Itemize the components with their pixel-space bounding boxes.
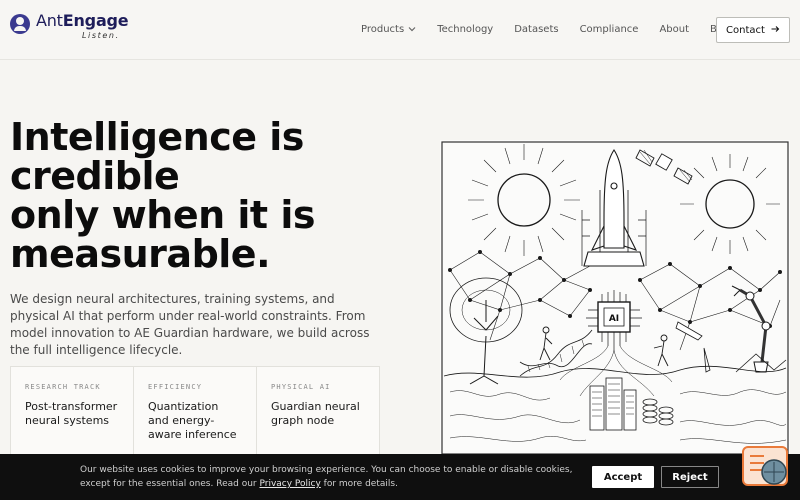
brand-logo[interactable]: AntEngage Listen. [10,11,129,41]
brand-name: AntEngage [36,11,129,30]
city-icon [589,377,674,431]
nav-item-label: Technology [437,24,494,35]
card-eyebrow: EFFICIENCY [148,383,203,391]
rocket-icon [581,149,647,267]
nav-item-products[interactable]: Products [361,24,416,35]
satellite-icon [635,149,693,185]
nav-item-label: About [659,24,690,35]
card-title: Quantization and energy-aware inference [148,400,237,441]
nav-item-compliance[interactable]: Compliance [580,24,639,35]
cookie-text-after: for more details. [320,479,398,489]
brand-name-part1: Ant [36,11,63,30]
privacy-policy-link[interactable]: Privacy Policy [259,479,320,489]
nav-item-about[interactable]: About [659,24,689,35]
headline-line: measurable. [10,232,271,276]
chat-icon [742,446,788,486]
line-art-illustration: AI [441,141,789,455]
nav-item-label: Products [361,24,405,35]
main-nav: Products Technology Datasets Compliance … [361,24,753,35]
logo-text: AntEngage Listen. [36,11,129,41]
card-eyebrow: RESEARCH TRACK [25,383,101,391]
nav-item-technology[interactable]: Technology [437,24,493,35]
nav-item-label: Compliance [579,24,639,35]
hero-subtext: We design neural architectures, training… [10,292,370,357]
arrow-right-icon [771,25,780,36]
chevron-down-icon [408,25,416,35]
sun-icon [680,154,780,254]
site-header: AntEngage Listen. Products Technology Da… [0,0,800,60]
dna-icon [519,329,593,377]
people-icon [539,326,669,367]
feature-card-physical-ai[interactable]: PHYSICAL AI Guardian neural graph node [257,367,379,465]
card-title: Guardian neural graph node [271,400,360,427]
feature-cards: RESEARCH TRACK Post-transformer neural s… [10,366,380,466]
headline-line: only when it is [10,193,315,237]
contact-button[interactable]: Contact [716,17,790,43]
brand-name-part2: Engage [62,11,129,30]
headline-line: credible [10,154,180,198]
nav-item-datasets[interactable]: Datasets [514,24,558,35]
robot-arm-icon [731,285,771,373]
card-eyebrow: PHYSICAL AI [271,383,331,391]
card-title: Post-transformer neural systems [25,400,118,427]
hero-headline: Intelligence is credible only when it is… [10,118,430,274]
feature-card-efficiency[interactable]: EFFICIENCY Quantization and energy-aware… [134,367,257,465]
brand-tagline: Listen. [82,31,120,40]
nav-item-label: Datasets [514,24,559,35]
tree-icon [449,277,523,385]
contact-button-label: Contact [726,24,765,36]
reject-cookies-button[interactable]: Reject [661,466,719,488]
logo-icon [10,14,30,34]
feature-card-research[interactable]: RESEARCH TRACK Post-transformer neural s… [11,367,134,465]
sun-icon [468,144,580,256]
cookie-text: Our website uses cookies to improve your… [80,463,580,491]
chat-widget-button[interactable] [742,446,790,490]
accept-cookies-button[interactable]: Accept [592,466,654,488]
hero-illustration: AI [440,140,790,456]
headline-line: Intelligence is [10,115,304,159]
chip-label: AI [609,314,619,324]
